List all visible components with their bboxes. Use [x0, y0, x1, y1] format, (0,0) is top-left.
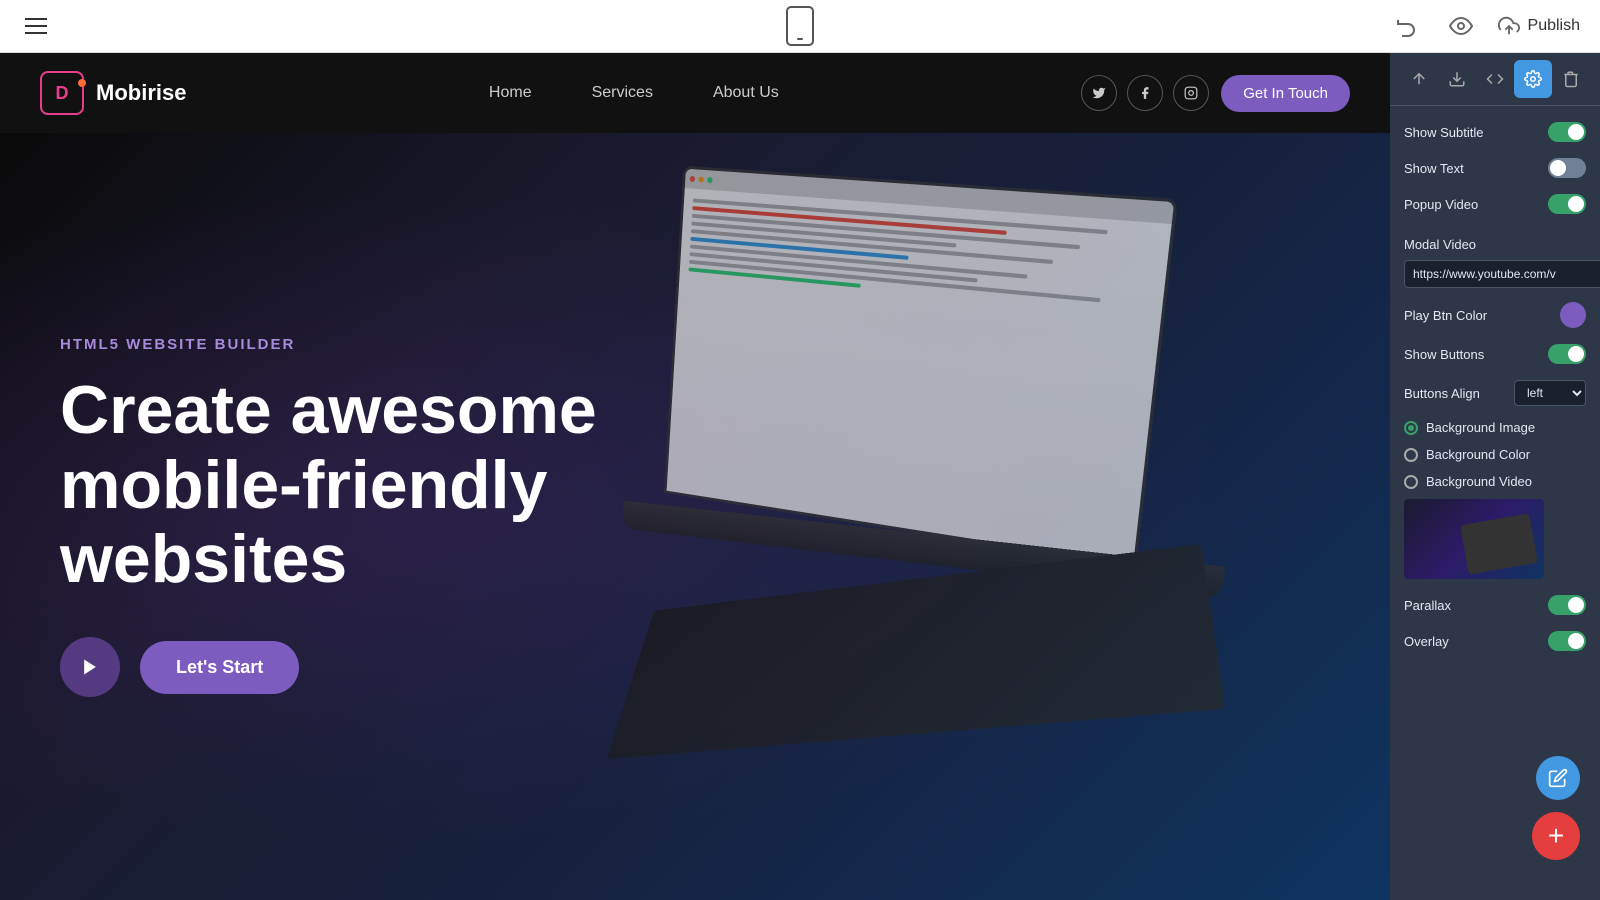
show-buttons-label: Show Buttons: [1404, 347, 1484, 362]
code-icon: [1486, 70, 1504, 88]
logo-text: Mobirise: [96, 80, 186, 106]
top-toolbar: Publish: [0, 0, 1600, 53]
phone-icon: [786, 6, 814, 46]
laptop-screen: [664, 166, 1178, 568]
nav-home[interactable]: Home: [489, 84, 532, 102]
publish-button[interactable]: Publish: [1498, 15, 1580, 37]
overlay-toggle[interactable]: [1548, 631, 1586, 651]
right-panel: Show Subtitle Show Text Popup Video Moda…: [1390, 53, 1600, 900]
site-navbar: D Mobirise Home Services About Us: [0, 53, 1390, 133]
setting-show-subtitle: Show Subtitle: [1390, 114, 1600, 150]
setting-bg-video: Background Video: [1390, 468, 1600, 495]
sort-icon: [1410, 70, 1428, 88]
toolbar-left: [20, 13, 52, 39]
show-text-label: Show Text: [1404, 161, 1464, 176]
setting-overlay: Overlay: [1390, 623, 1600, 659]
thumbnail-laptop: [1460, 513, 1538, 574]
hero-title-line1: Create awesome: [60, 372, 597, 448]
website-preview: D Mobirise Home Services About Us: [0, 53, 1390, 900]
lets-start-button[interactable]: Let's Start: [140, 641, 299, 694]
setting-modal-video: Modal Video: [1390, 222, 1600, 258]
bg-thumbnail[interactable]: [1404, 499, 1544, 579]
popup-video-toggle[interactable]: [1548, 194, 1586, 214]
buttons-align-label: Buttons Align: [1404, 386, 1480, 401]
site-nav: Home Services About Us: [489, 84, 779, 102]
logo-icon: D: [40, 71, 84, 115]
settings-icon: [1524, 70, 1542, 88]
sort-tool-button[interactable]: [1400, 60, 1438, 98]
add-icon: +: [1548, 822, 1564, 850]
undo-button[interactable]: [1390, 9, 1424, 43]
trash-tool-button[interactable]: [1552, 60, 1590, 98]
facebook-icon[interactable]: [1127, 75, 1163, 111]
hero-subtitle: HTML5 WEBSITE BUILDER: [60, 336, 710, 353]
twitter-icon[interactable]: [1081, 75, 1117, 111]
buttons-align-select[interactable]: left center right: [1514, 380, 1586, 406]
overlay-label: Overlay: [1404, 634, 1449, 649]
parallax-label: Parallax: [1404, 598, 1451, 613]
show-buttons-toggle[interactable]: [1548, 344, 1586, 364]
toolbar-center: [786, 6, 814, 46]
pencil-icon: [1548, 768, 1568, 788]
play-btn-color-label: Play Btn Color: [1404, 308, 1487, 323]
setting-show-text: Show Text: [1390, 150, 1600, 186]
hero-title: Create awesome mobile-friendly websites: [60, 373, 710, 597]
nav-about[interactable]: About Us: [713, 84, 779, 102]
code-tool-button[interactable]: [1476, 60, 1514, 98]
setting-popup-video: Popup Video: [1390, 186, 1600, 222]
main-content: D Mobirise Home Services About Us: [0, 53, 1600, 900]
setting-parallax: Parallax: [1390, 587, 1600, 623]
trash-icon: [1562, 70, 1580, 88]
site-logo: D Mobirise: [40, 71, 186, 115]
modal-video-label: Modal Video: [1404, 237, 1476, 252]
nav-right: Get In Touch: [1081, 75, 1350, 112]
bg-image-label: Background Image: [1426, 420, 1535, 435]
play-button[interactable]: [60, 637, 120, 697]
bg-video-label: Background Video: [1426, 474, 1532, 489]
show-text-toggle[interactable]: [1548, 158, 1586, 178]
publish-icon: [1498, 15, 1520, 37]
hamburger-button[interactable]: [20, 13, 52, 39]
modal-video-input-wrap: [1390, 258, 1600, 294]
setting-bg-image: Background Image: [1390, 414, 1600, 441]
eye-icon: [1449, 14, 1473, 38]
parallax-toggle[interactable]: [1548, 595, 1586, 615]
show-subtitle-label: Show Subtitle: [1404, 125, 1484, 140]
toolbar-right: Publish: [1390, 9, 1580, 43]
nav-services[interactable]: Services: [592, 84, 653, 102]
play-icon: [80, 657, 100, 677]
bg-image-radio[interactable]: [1404, 421, 1418, 435]
get-in-touch-button[interactable]: Get In Touch: [1221, 75, 1350, 112]
hero-section: HTML5 WEBSITE BUILDER Create awesome mob…: [0, 133, 1390, 900]
popup-video-label: Popup Video: [1404, 197, 1478, 212]
publish-label: Publish: [1528, 17, 1580, 35]
settings-tool-button[interactable]: [1514, 60, 1552, 98]
hero-buttons: Let's Start: [60, 637, 710, 697]
show-subtitle-toggle[interactable]: [1548, 122, 1586, 142]
panel-toolbar: [1390, 53, 1600, 106]
setting-show-buttons: Show Buttons: [1390, 336, 1600, 372]
edit-fab-button[interactable]: [1536, 756, 1580, 800]
hero-title-line2: mobile-friendly websites: [60, 447, 547, 598]
instagram-icon[interactable]: [1173, 75, 1209, 111]
undo-icon: [1395, 14, 1419, 38]
setting-play-btn-color: Play Btn Color: [1390, 294, 1600, 336]
preview-button[interactable]: [1444, 9, 1478, 43]
download-tool-button[interactable]: [1438, 60, 1476, 98]
hamburger-icon: [25, 18, 47, 34]
setting-bg-color: Background Color: [1390, 441, 1600, 468]
bg-video-radio[interactable]: [1404, 475, 1418, 489]
modal-video-input[interactable]: [1404, 260, 1600, 288]
download-icon: [1448, 70, 1466, 88]
bg-color-radio[interactable]: [1404, 448, 1418, 462]
social-links: [1081, 75, 1209, 111]
play-btn-color-swatch[interactable]: [1560, 302, 1586, 328]
add-fab-button[interactable]: +: [1532, 812, 1580, 860]
bg-color-label: Background Color: [1426, 447, 1530, 462]
hero-content: HTML5 WEBSITE BUILDER Create awesome mob…: [60, 336, 710, 697]
setting-buttons-align: Buttons Align left center right: [1390, 372, 1600, 414]
